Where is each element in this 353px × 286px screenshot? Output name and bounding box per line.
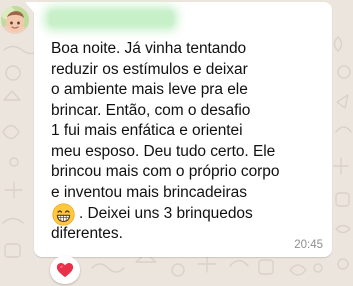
message-emoji-line: . Deixei uns 3 brinquedos: [51, 202, 319, 226]
message-line: brincou mais com o próprio corpo: [51, 163, 280, 180]
contact-avatar[interactable]: [1, 6, 29, 34]
message-line: 1 fui mais enfática e orientei: [51, 122, 243, 139]
grinning-face-emoji-icon: [52, 202, 75, 226]
sender-name-blurred[interactable]: [48, 10, 174, 27]
message-line: e inventou mais brincadeiras: [51, 183, 247, 201]
message-line: meu esposo. Deu tudo certo. Ele: [51, 142, 276, 160]
message-timestamp: 20:45: [294, 239, 323, 251]
incoming-message-bubble[interactable]: Boa noite. Já vinha tentando reduzir os …: [25, 2, 332, 257]
message-line: diferentes.: [51, 224, 123, 242]
message-line: brincar. Então, com o desafio: [51, 101, 251, 119]
message-text: Boa noite. Já vinha tentando reduzir os …: [51, 39, 319, 244]
message-line: . Deixei uns 3 brinquedos: [79, 204, 253, 222]
message-line: Boa noite. Já vinha tentando: [51, 40, 247, 57]
message-reaction[interactable]: [50, 256, 80, 284]
message-line: reduzir os estímulos e deixar: [51, 60, 248, 78]
message-line: o ambiente mais leve pra ele: [51, 81, 248, 98]
red-heart-icon: [56, 263, 74, 278]
baby-photo-avatar-icon: [1, 6, 29, 34]
